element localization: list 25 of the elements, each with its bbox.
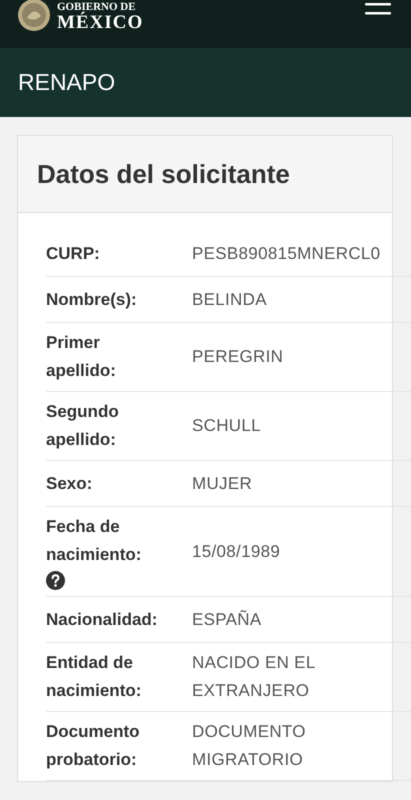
field-value: ESPAÑA	[192, 608, 262, 630]
field-value: DOCUMENTO MIGRATORIO	[192, 721, 307, 771]
field-value: PESB890815MNERCL0	[192, 242, 380, 264]
field-value: SCHULL	[192, 415, 261, 437]
card-title: Datos del solicitante	[37, 158, 290, 190]
field-label: Nombre(s):	[46, 288, 137, 310]
brand-title: GOBIERNO DE	[57, 2, 136, 13]
brand-name: MÉXICO	[57, 13, 144, 32]
field-label: CURP:	[46, 242, 100, 264]
field-label: Documento probatorio:	[46, 721, 140, 771]
help-icon[interactable]	[46, 571, 65, 590]
field-value: MUJER	[192, 472, 252, 494]
field-label: Fecha de nacimiento:	[46, 516, 142, 566]
seal-icon	[17, 0, 51, 32]
section-title: RENAPO	[18, 69, 116, 96]
field-label: Nacionalidad:	[46, 608, 158, 630]
field-label: Entidad de nacimiento:	[46, 652, 142, 702]
field-value: BELINDA	[192, 288, 267, 310]
field-label: Segundo apellido:	[46, 401, 120, 451]
field-label: Primer apellido:	[46, 332, 117, 382]
field-value: PEREGRIN	[192, 346, 284, 368]
menu-icon[interactable]	[365, 3, 391, 15]
field-label: Sexo:	[46, 472, 92, 494]
field-value: NACIDO EN EL EXTRANJERO	[192, 652, 316, 702]
field-value: 15/08/1989	[192, 540, 280, 562]
